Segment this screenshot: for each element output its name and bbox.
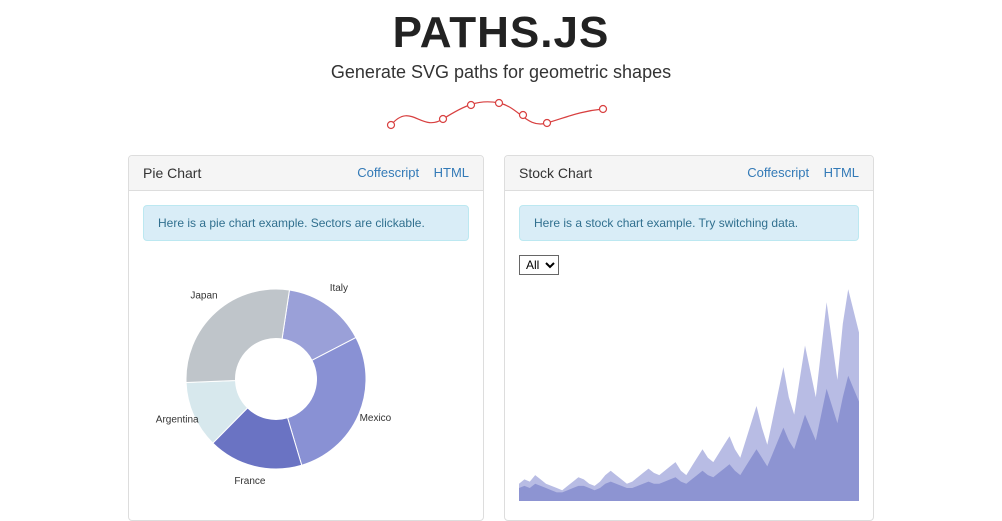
pie-slice-japan[interactable] (186, 289, 289, 382)
stock-series-select[interactable]: All (519, 255, 559, 275)
page-logo: Paths.js (0, 8, 1002, 58)
pie-alert: Here is a pie chart example. Sectors are… (143, 205, 469, 241)
header-squiggle-icon (371, 89, 631, 137)
pie-label-argentina: Argentina (156, 415, 199, 426)
page-subtitle: Generate SVG paths for geometric shapes (0, 62, 1002, 83)
pie-slice-mexico[interactable] (288, 338, 366, 466)
stock-chart[interactable] (519, 285, 859, 501)
stock-link-coffeescript[interactable]: Coffescript (747, 165, 809, 180)
pie-label-mexico: Mexico (360, 413, 392, 424)
pie-label-japan: Japan (190, 290, 217, 301)
pie-panel: Pie Chart Coffescript HTML Here is a pie… (128, 155, 484, 521)
stock-panel: Stock Chart Coffescript HTML Here is a s… (504, 155, 874, 521)
pie-label-italy: Italy (330, 283, 348, 294)
pie-link-html[interactable]: HTML (434, 165, 469, 180)
pie-link-coffeescript[interactable]: Coffescript (357, 165, 419, 180)
stock-panel-title: Stock Chart (519, 165, 592, 181)
pie-label-france: France (234, 476, 266, 487)
stock-link-html[interactable]: HTML (824, 165, 859, 180)
pie-panel-title: Pie Chart (143, 165, 201, 181)
stock-alert: Here is a stock chart example. Try switc… (519, 205, 859, 241)
pie-chart[interactable]: Italy Mexico France Argentina Japan (146, 259, 466, 499)
